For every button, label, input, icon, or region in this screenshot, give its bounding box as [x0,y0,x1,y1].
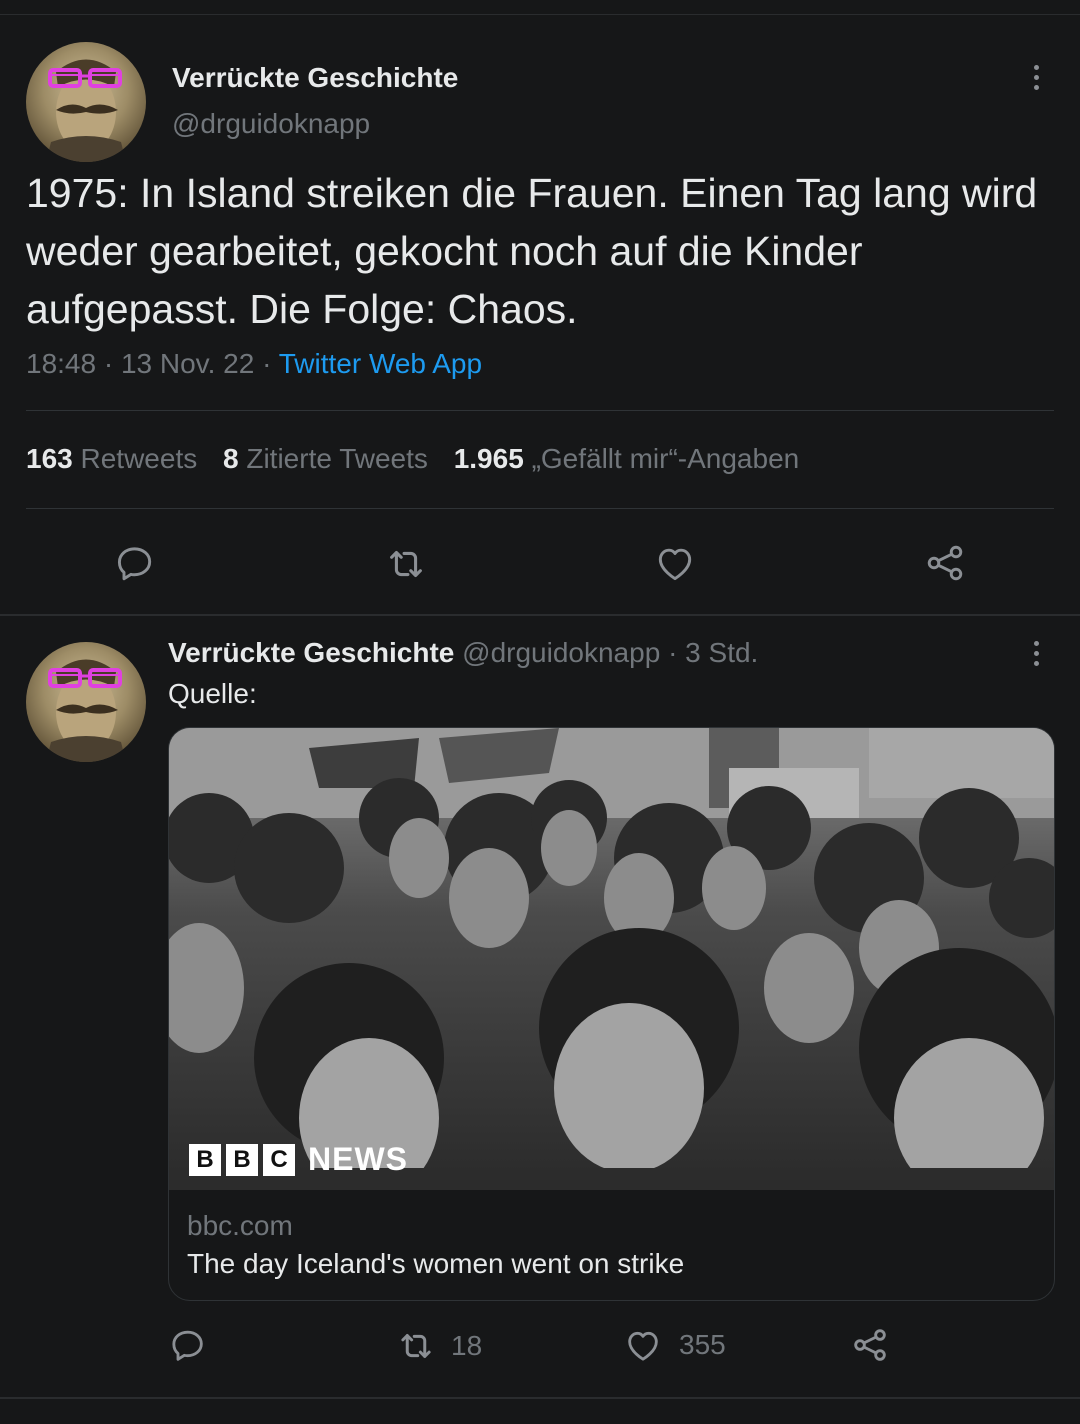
share-icon[interactable] [923,541,967,585]
link-card[interactable]: B B C NEWS bbc.com The day Iceland's wom… [168,727,1055,1301]
avatar-portrait-icon [46,59,126,162]
likes-count: 1.965 [453,443,524,474]
card-title: The day Iceland's women went on strike [187,1248,685,1279]
share-icon[interactable] [850,1325,890,1365]
retweets-label: Retweets [80,443,198,474]
tweet-separator [0,614,1080,616]
avatar[interactable] [26,42,146,162]
tweet-time: 18:48 [26,348,97,379]
reply-icon[interactable] [113,541,157,585]
tweet-source-link[interactable]: Twitter Web App [279,348,482,379]
like-count: 355 [679,1329,726,1360]
retweet-icon[interactable] [383,541,429,587]
author-handle[interactable]: @drguidoknapp [462,637,660,668]
divider [26,508,1054,509]
reply-age[interactable]: 3 Std. [685,637,758,668]
author-name[interactable]: Verrückte Geschichte [168,637,454,668]
reply-header: Verrückte Geschichte @drguidoknapp · 3 S… [168,637,758,669]
author-name[interactable]: Verrückte Geschichte [172,62,458,94]
reply-text: Quelle: [168,678,257,709]
tweet-meta: 18:48 · 13 Nov. 22 · Twitter Web App [26,348,482,380]
bbc-logo-letter: B [226,1143,258,1176]
divider [26,410,1054,411]
like-action[interactable]: 355 [623,1325,726,1365]
bbc-logo-letter: C [263,1143,295,1176]
quotes-label: Zitierte Tweets [246,443,428,474]
likes-label: „Gefällt mir“-Angaben [531,443,800,474]
more-icon[interactable] [1024,633,1048,673]
reply-icon[interactable] [168,1325,208,1365]
tweet-stats: 163 Retweets 8 Zitierte Tweets 1.965 „Ge… [26,443,799,475]
meta-separator: · [103,348,114,379]
card-photo: B B C NEWS [169,728,1054,1198]
crowd-photo-icon [169,728,1054,1198]
card-domain: bbc.com [187,1210,293,1241]
retweet-icon [395,1325,437,1367]
quotes-count: 8 [223,443,239,474]
author-handle[interactable]: @drguidoknapp [172,108,370,140]
more-icon[interactable] [1024,57,1048,97]
tweet-text: 1975: In Island streiken die Frauen. Ein… [26,170,1038,332]
bbc-news-logo: B B C NEWS [189,1141,408,1178]
avatar[interactable] [26,642,146,762]
retweets-count: 163 [26,443,73,474]
tweet-separator [0,1397,1080,1399]
quotes-stat[interactable]: 8 Zitierte Tweets [223,443,436,474]
bbc-logo-letter: B [189,1143,221,1176]
tweet-date[interactable]: 13 Nov. 22 [121,348,254,379]
retweet-count: 18 [451,1330,483,1361]
bbc-logo-news: NEWS [308,1141,408,1177]
meta-separator: · [668,637,678,668]
like-icon[interactable] [653,541,697,585]
retweets-stat[interactable]: 163 Retweets [26,443,205,474]
top-divider [0,14,1080,15]
likes-stat[interactable]: 1.965 „Gefällt mir“-Angaben [454,443,800,474]
avatar-portrait-icon [46,659,126,762]
meta-separator: · [262,348,272,379]
like-icon [623,1325,663,1365]
retweet-action[interactable]: 18 [395,1325,482,1367]
